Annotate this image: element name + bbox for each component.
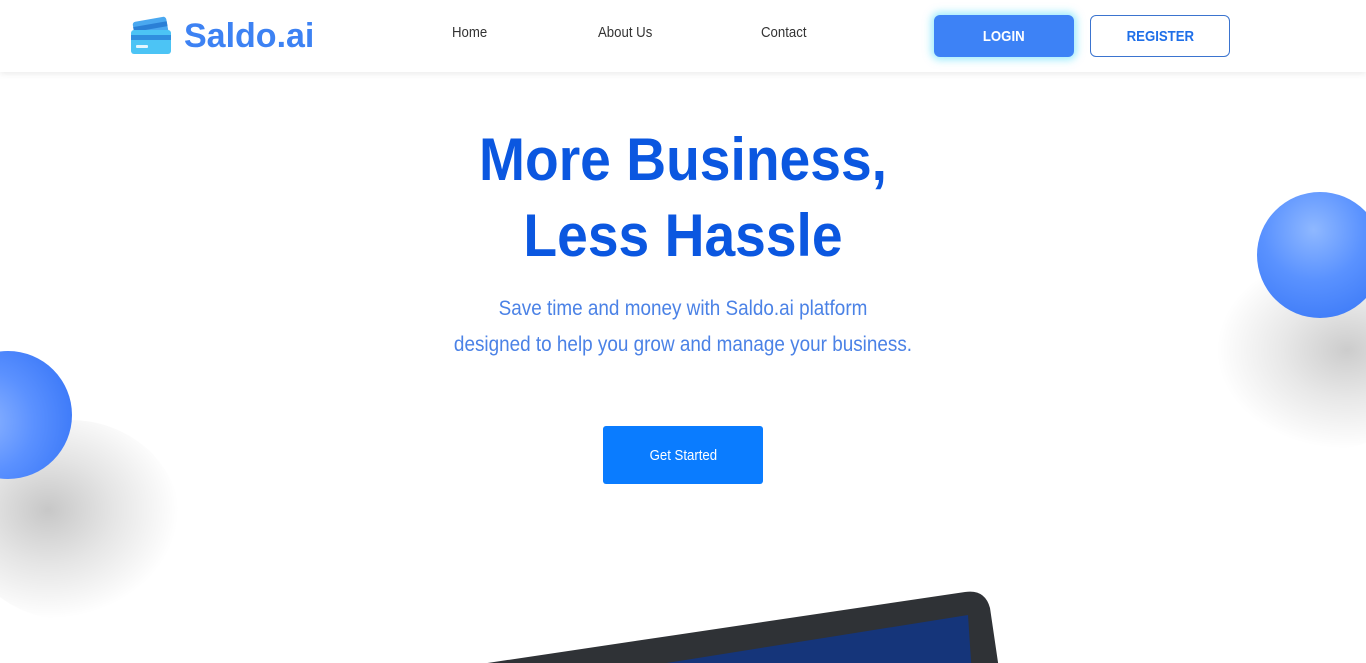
hero-subtitle-line-1: Save time and money with Saldo.ai platfo…	[498, 297, 868, 320]
landing-page: Saldo.ai Home About Us Contact LOGIN REG…	[0, 0, 1366, 663]
get-started-label: Get Started	[649, 446, 717, 464]
login-button-label: LOGIN	[983, 27, 1025, 45]
credit-card-icon	[131, 16, 171, 54]
get-started-button[interactable]: Get Started	[603, 426, 763, 484]
hero-subtitle-line-2: designed to help you grow and manage you…	[453, 333, 913, 356]
hero-subtitle: Save time and money with Saldo.ai platfo…	[368, 291, 998, 363]
nav-home-link[interactable]: Home	[452, 24, 487, 41]
top-navbar: Saldo.ai Home About Us Contact LOGIN REG…	[0, 0, 1366, 72]
brand-logo[interactable]: Saldo.ai	[128, 12, 314, 60]
brand-name: Saldo.ai	[184, 16, 315, 55]
hero-title-line-2: Less Hassle	[523, 202, 843, 269]
nav-contact-link[interactable]: Contact	[761, 24, 806, 41]
hero-title: More Business, Less Hassle	[361, 122, 1005, 274]
register-button[interactable]: REGISTER	[1090, 15, 1230, 57]
nav-about-link[interactable]: About Us	[598, 24, 652, 41]
hero-title-line-1: More Business,	[479, 126, 887, 193]
register-button-label: REGISTER	[1126, 27, 1194, 45]
login-button[interactable]: LOGIN	[934, 15, 1074, 57]
laptop-mockup-image	[487, 591, 999, 663]
